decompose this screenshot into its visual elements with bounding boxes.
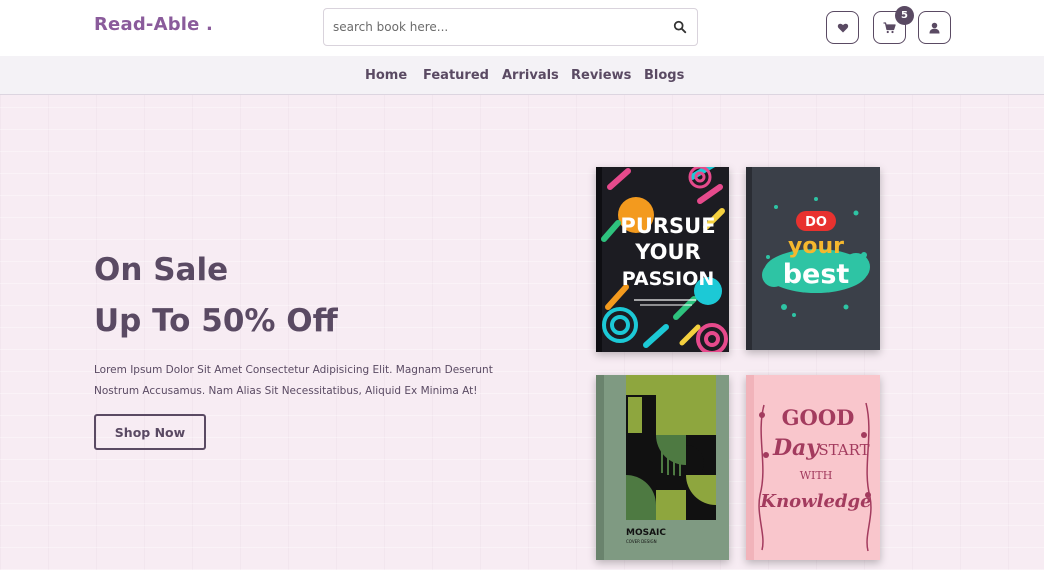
logo[interactable]: Read-Able . — [94, 14, 213, 35]
book4-title-line1: GOOD — [782, 405, 855, 430]
wishlist-button[interactable] — [826, 11, 859, 44]
shop-now-button[interactable]: Shop Now — [94, 414, 206, 450]
book4-title-line4: WITH — [800, 469, 833, 482]
book1-title-line3: PASSION — [622, 268, 715, 290]
book2-title-line1: DO — [805, 215, 827, 230]
nav-home[interactable]: Home — [365, 68, 407, 83]
book4-title-line2: Day — [772, 435, 821, 461]
main-nav: Home Featured Arrivals Reviews Blogs — [0, 56, 1044, 95]
book4-title-line3: START — [818, 441, 869, 459]
nav-featured[interactable]: Featured — [423, 68, 489, 83]
book1-title-line2: YOUR — [634, 240, 701, 264]
hero-title-line2: Up To 50% Off — [94, 303, 338, 339]
book3-title: MOSAIC — [626, 528, 666, 538]
book-cover-good-day[interactable]: GOOD Day START WITH Knowledge — [746, 375, 880, 560]
nav-blogs[interactable]: Blogs — [644, 68, 684, 83]
cart-icon — [883, 21, 896, 33]
book-cover-mosaic[interactable]: MOSAIC COVER DESIGN — [596, 375, 729, 560]
search-icon[interactable] — [673, 20, 687, 34]
nav-arrivals[interactable]: Arrivals — [502, 68, 559, 83]
search-input[interactable] — [333, 9, 663, 45]
nav-reviews[interactable]: Reviews — [571, 68, 631, 83]
book2-title-line2: your — [788, 234, 844, 259]
heart-icon — [837, 23, 848, 32]
top-header: Read-Able . 5 — [0, 0, 1044, 56]
book-cover-pursue-your-passion[interactable]: PURSUE YOUR PASSION — [596, 167, 729, 352]
book-cover-do-your-best[interactable]: DO your best — [746, 167, 880, 350]
hero-section: On Sale Up To 50% Off Lorem Ipsum Dolor … — [0, 95, 1044, 570]
hero-title-line1: On Sale — [94, 252, 229, 288]
book4-title-line5: Knowledge — [759, 491, 871, 512]
hero-description: Lorem Ipsum Dolor Sit Amet Consectetur A… — [94, 364, 493, 397]
book1-title-line1: PURSUE — [620, 214, 715, 238]
cart-count-badge: 5 — [895, 6, 914, 25]
search-bar — [323, 8, 698, 46]
book3-subtitle: COVER DESIGN — [626, 539, 657, 544]
book2-title-line3: best — [783, 259, 850, 290]
user-icon — [929, 22, 940, 33]
account-button[interactable] — [918, 11, 951, 44]
